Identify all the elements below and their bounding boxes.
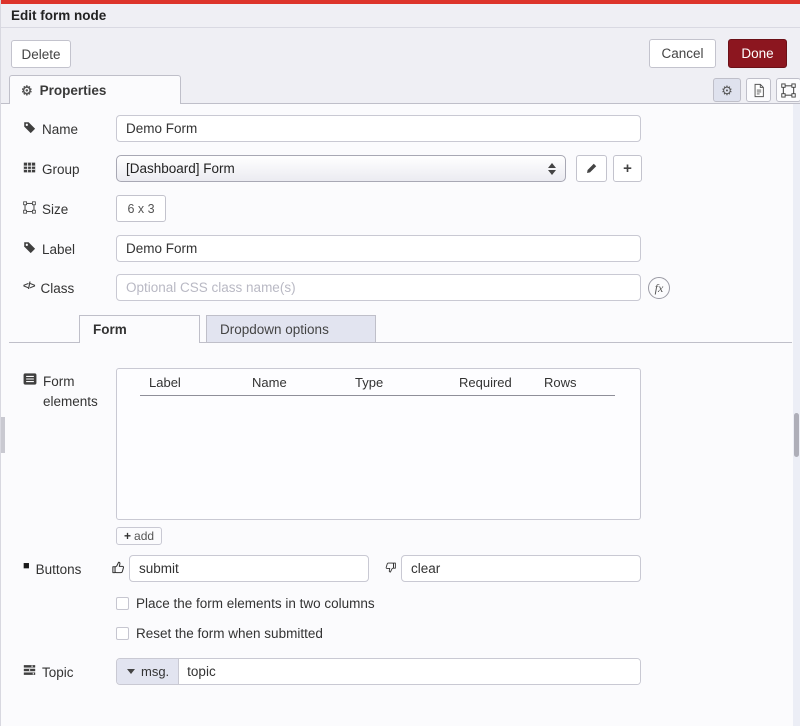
left-edge-mark — [1, 417, 5, 453]
document-icon — [752, 83, 766, 98]
column-header: Type — [355, 375, 459, 390]
column-header: Name — [252, 375, 355, 390]
subtab-dropdown-options[interactable]: Dropdown options — [206, 315, 376, 343]
done-button[interactable]: Done — [728, 39, 787, 68]
tag-icon — [23, 241, 36, 254]
properties-tab-button[interactable]: ⚙ — [713, 78, 741, 102]
label-field-label-text: Label — [42, 240, 75, 260]
add-element-label: add — [134, 529, 154, 543]
object-group-icon — [781, 83, 796, 98]
size-button[interactable]: 6 x 3 — [116, 195, 166, 222]
header-rule — [140, 395, 615, 396]
thumbs-up-icon — [111, 560, 126, 575]
tasks-icon — [23, 664, 36, 676]
class-field-label-text: Class — [40, 279, 74, 299]
code-icon: </> — [23, 280, 34, 295]
group-field-label-text: Group — [42, 160, 80, 180]
topic-value-input[interactable] — [179, 659, 640, 684]
topic-field-label-text: Topic — [42, 663, 74, 683]
group-field-label: Group — [23, 160, 113, 180]
tab-properties[interactable]: ⚙ Properties — [9, 75, 181, 104]
topic-type-button[interactable]: msg. — [117, 659, 179, 684]
topic-field-label: Topic — [23, 663, 113, 683]
group-select[interactable]: [Dashboard] Form — [116, 155, 566, 182]
name-input[interactable] — [116, 115, 641, 142]
gear-icon: ⚙ — [721, 84, 733, 97]
form-elements-label-text: Form elements — [43, 372, 101, 411]
add-group-button[interactable]: + — [613, 155, 642, 182]
edit-form-node-dialog: Edit form node Delete Cancel Done ⚙ Prop… — [0, 0, 800, 726]
square-icon: ■ — [23, 561, 30, 572]
two-columns-checkbox-row[interactable]: Place the form elements in two columns — [116, 596, 375, 611]
label-field-label: Label — [23, 240, 113, 260]
reset-form-checkbox-row[interactable]: Reset the form when submitted — [116, 626, 323, 641]
checkbox-icon[interactable] — [116, 597, 129, 610]
submit-button-label-input[interactable] — [129, 555, 369, 582]
table-icon — [23, 161, 36, 174]
add-element-button[interactable]: + add — [116, 527, 162, 545]
plus-icon: + — [124, 529, 131, 543]
dialog-header: Edit form node — [1, 4, 800, 28]
form-elements-header: Label Name Type Required Rows — [117, 369, 640, 395]
pencil-icon — [585, 162, 598, 175]
buttons-field-label: ■ Buttons — [23, 560, 113, 580]
subtab-form[interactable]: Form — [79, 315, 200, 343]
delete-button[interactable]: Delete — [11, 40, 71, 68]
cancel-button[interactable]: Cancel — [649, 39, 716, 68]
caret-down-icon — [127, 669, 135, 674]
thumbs-down-icon — [384, 561, 399, 576]
form-elements-list[interactable]: Label Name Type Required Rows — [116, 368, 641, 520]
appearance-tab-button[interactable] — [776, 78, 800, 102]
topic-typed-input: msg. — [116, 658, 641, 685]
name-field-label: Name — [23, 120, 113, 140]
size-field-label-text: Size — [42, 200, 68, 220]
column-header: Rows — [544, 375, 614, 390]
list-alt-icon — [23, 373, 37, 385]
select-arrows-icon — [548, 163, 556, 175]
tag-icon — [23, 121, 36, 134]
size-field-label: Size — [23, 200, 113, 220]
description-tab-button[interactable] — [746, 78, 771, 102]
class-input[interactable] — [116, 274, 641, 301]
label-input[interactable] — [116, 235, 641, 262]
clear-button-label-input[interactable] — [401, 555, 641, 582]
reset-form-checkbox-label: Reset the form when submitted — [136, 626, 323, 641]
topic-type-label: msg. — [141, 664, 169, 679]
checkbox-icon[interactable] — [116, 627, 129, 640]
tab-properties-label: Properties — [40, 83, 107, 98]
gear-icon: ⚙ — [21, 84, 33, 97]
column-header: Required — [459, 375, 544, 390]
dialog-title: Edit form node — [11, 8, 106, 23]
buttons-field-label-text: Buttons — [36, 560, 82, 580]
edit-group-button[interactable] — [576, 155, 607, 182]
form-elements-label: Form elements — [23, 372, 101, 411]
name-field-label-text: Name — [42, 120, 78, 140]
object-group-icon — [23, 201, 36, 214]
group-select-value: [Dashboard] Form — [126, 161, 235, 176]
expression-fx-button[interactable]: fx — [648, 277, 670, 299]
column-header: Label — [149, 375, 252, 390]
two-columns-checkbox-label: Place the form elements in two columns — [136, 596, 375, 611]
scrollbar-thumb[interactable] — [794, 413, 799, 457]
class-field-label: </> Class — [23, 279, 113, 299]
plus-icon: + — [623, 160, 632, 177]
